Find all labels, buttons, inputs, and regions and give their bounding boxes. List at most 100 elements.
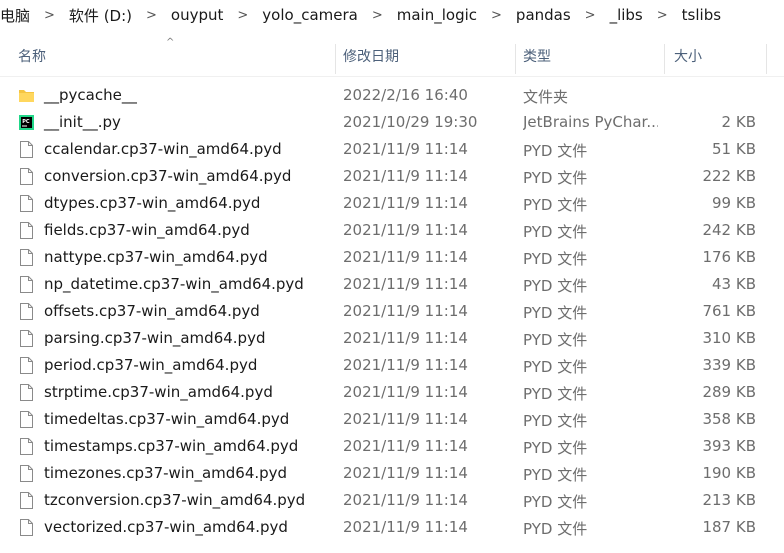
chevron-right-icon[interactable]: >	[362, 8, 393, 23]
column-divider[interactable]	[335, 44, 336, 74]
file-icon	[18, 491, 35, 510]
chevron-right-icon[interactable]: >	[227, 8, 258, 23]
breadcrumb-item[interactable]: tslibs	[678, 6, 725, 24]
column-header-size[interactable]: 大小	[674, 38, 702, 76]
file-row[interactable]: nattype.cp37-win_amd64.pyd 2021/11/9 11:1…	[0, 244, 784, 271]
file-date: 2021/11/9 11:14	[343, 302, 468, 320]
file-row[interactable]: fields.cp37-win_amd64.pyd 2021/11/9 11:14…	[0, 217, 784, 244]
file-row[interactable]: __pycache__ 2022/2/16 16:40 文件夹	[0, 82, 784, 109]
file-date: 2021/11/9 11:14	[343, 518, 468, 536]
pycharm-file-icon: PC	[18, 113, 35, 132]
file-date: 2021/11/9 11:14	[343, 329, 468, 347]
file-name: vectorized.cp37-win_amd64.pyd	[44, 518, 288, 536]
file-size: 176 KB	[702, 248, 756, 266]
file-icon	[18, 140, 35, 159]
file-type: PYD 文件	[523, 412, 588, 430]
column-header-name[interactable]: 名称	[18, 38, 46, 76]
file-date: 2021/11/9 11:14	[343, 464, 468, 482]
file-size: 761 KB	[702, 302, 756, 320]
file-row[interactable]: offsets.cp37-win_amd64.pyd 2021/11/9 11:1…	[0, 298, 784, 325]
file-icon	[18, 329, 35, 348]
file-type: PYD 文件	[523, 250, 588, 268]
file-type: 文件夹	[523, 88, 569, 106]
column-divider[interactable]	[664, 44, 665, 74]
file-name: fields.cp37-win_amd64.pyd	[44, 221, 250, 239]
chevron-right-icon[interactable]: >	[34, 8, 65, 23]
file-type: PYD 文件	[523, 169, 588, 187]
file-size: 393 KB	[702, 437, 756, 455]
file-date: 2021/11/9 11:14	[343, 410, 468, 428]
breadcrumb-item[interactable]: 电脑	[0, 5, 34, 26]
file-row[interactable]: timestamps.cp37-win_amd64.pyd 2021/11/9 1…	[0, 433, 784, 460]
file-name: __init__.py	[44, 113, 121, 131]
file-icon	[18, 302, 35, 321]
file-name: __pycache__	[44, 86, 137, 104]
file-size: 187 KB	[702, 518, 756, 536]
file-icon	[18, 275, 35, 294]
file-size: 99 KB	[712, 194, 756, 212]
breadcrumb-item[interactable]: ouyput	[167, 6, 227, 24]
chevron-right-icon[interactable]: >	[481, 8, 512, 23]
breadcrumb-item[interactable]: pandas	[512, 6, 575, 24]
file-size: 222 KB	[702, 167, 756, 185]
file-row[interactable]: strptime.cp37-win_amd64.pyd 2021/11/9 11:…	[0, 379, 784, 406]
chevron-right-icon[interactable]: >	[575, 8, 606, 23]
file-row[interactable]: PC __init__.py 2021/10/29 19:30 JetBrains P…	[0, 109, 784, 136]
file-row[interactable]: np_datetime.cp37-win_amd64.pyd 2021/11/9 …	[0, 271, 784, 298]
file-name: timezones.cp37-win_amd64.pyd	[44, 464, 288, 482]
file-date: 2021/11/9 11:14	[343, 356, 468, 374]
svg-text:PC: PC	[22, 119, 30, 125]
column-headers: ^ 名称 修改日期 类型 大小	[0, 37, 784, 77]
file-size: 213 KB	[702, 491, 756, 509]
file-type: PYD 文件	[523, 196, 588, 214]
chevron-right-icon[interactable]: >	[136, 8, 167, 23]
file-type: PYD 文件	[523, 466, 588, 484]
file-size: 190 KB	[702, 464, 756, 482]
file-type: PYD 文件	[523, 439, 588, 457]
file-type: PYD 文件	[523, 520, 588, 538]
file-row[interactable]: vectorized.cp37-win_amd64.pyd 2021/11/9 1…	[0, 514, 784, 541]
file-date: 2021/11/9 11:14	[343, 194, 468, 212]
breadcrumb-item[interactable]: yolo_camera	[258, 6, 362, 24]
file-row[interactable]: tzconversion.cp37-win_amd64.pyd 2021/11/9…	[0, 487, 784, 514]
file-size: 2 KB	[721, 113, 756, 131]
column-header-date[interactable]: 修改日期	[343, 38, 399, 76]
file-row[interactable]: dtypes.cp37-win_amd64.pyd 2021/11/9 11:14…	[0, 190, 784, 217]
column-header-type[interactable]: 类型	[523, 38, 551, 76]
file-size: 51 KB	[712, 140, 756, 158]
file-row[interactable]: conversion.cp37-win_amd64.pyd 2021/11/9 1…	[0, 163, 784, 190]
file-icon	[18, 410, 35, 429]
file-row[interactable]: timedeltas.cp37-win_amd64.pyd 2021/11/9 1…	[0, 406, 784, 433]
file-name: ccalendar.cp37-win_amd64.pyd	[44, 140, 282, 158]
file-name: nattype.cp37-win_amd64.pyd	[44, 248, 268, 266]
file-type: PYD 文件	[523, 385, 588, 403]
file-type: PYD 文件	[523, 142, 588, 160]
folder-icon	[18, 86, 35, 105]
file-icon	[18, 437, 35, 456]
file-type: PYD 文件	[523, 223, 588, 241]
breadcrumb-item[interactable]: _libs	[606, 6, 647, 24]
breadcrumb-item[interactable]: 软件 (D:)	[65, 5, 136, 26]
breadcrumb-item[interactable]: main_logic	[393, 6, 481, 24]
file-row[interactable]: timezones.cp37-win_amd64.pyd 2021/11/9 11…	[0, 460, 784, 487]
file-type: PYD 文件	[523, 331, 588, 349]
file-icon	[18, 383, 35, 402]
file-icon	[18, 221, 35, 240]
file-name: conversion.cp37-win_amd64.pyd	[44, 167, 292, 185]
column-divider[interactable]	[766, 44, 767, 74]
file-icon	[18, 248, 35, 267]
file-icon	[18, 194, 35, 213]
column-divider[interactable]	[515, 44, 516, 74]
file-row[interactable]: period.cp37-win_amd64.pyd 2021/11/9 11:14…	[0, 352, 784, 379]
file-size: 289 KB	[702, 383, 756, 401]
file-date: 2022/2/16 16:40	[343, 86, 468, 104]
file-icon	[18, 464, 35, 483]
file-name: parsing.cp37-win_amd64.pyd	[44, 329, 266, 347]
file-row[interactable]: parsing.cp37-win_amd64.pyd 2021/11/9 11:1…	[0, 325, 784, 352]
file-name: offsets.cp37-win_amd64.pyd	[44, 302, 260, 320]
file-icon	[18, 356, 35, 375]
file-row[interactable]: ccalendar.cp37-win_amd64.pyd 2021/11/9 11…	[0, 136, 784, 163]
file-size: 310 KB	[702, 329, 756, 347]
file-name: dtypes.cp37-win_amd64.pyd	[44, 194, 261, 212]
chevron-right-icon[interactable]: >	[647, 8, 678, 23]
